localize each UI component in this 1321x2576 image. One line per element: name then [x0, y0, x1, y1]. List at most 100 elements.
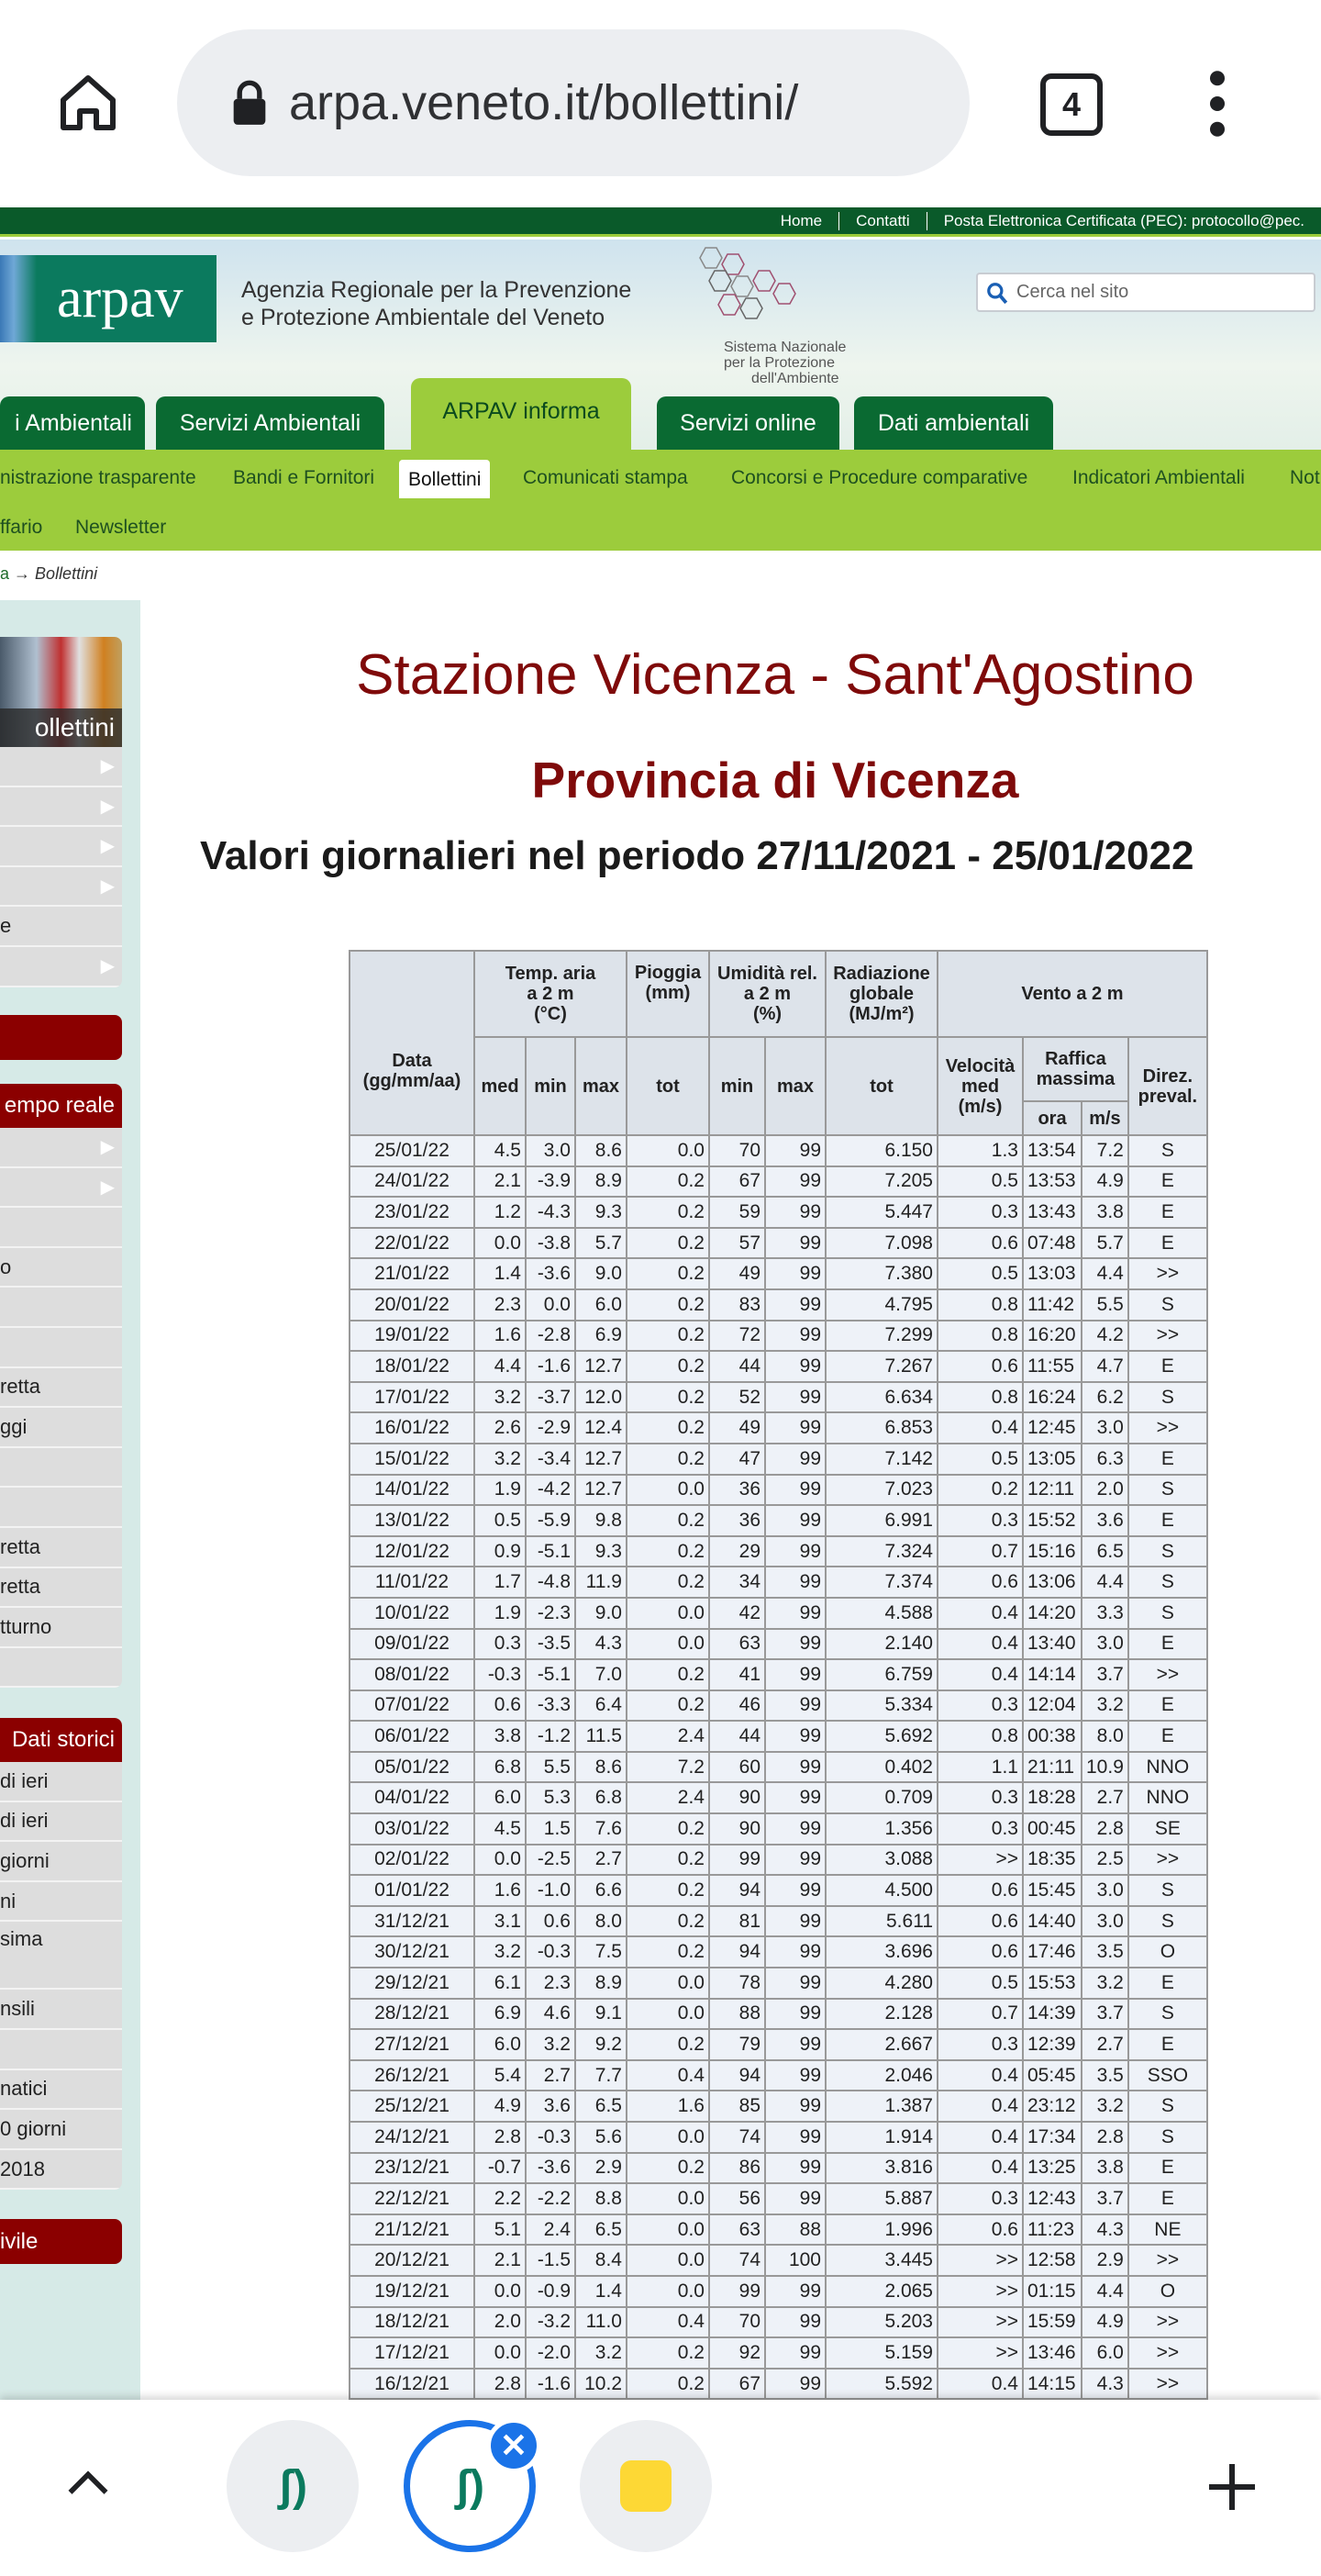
table-cell: 14:39 — [1022, 1997, 1082, 2031]
table-cell: 0.3 — [937, 1812, 1024, 1846]
table-cell: 12:04 — [1022, 1689, 1082, 1723]
sidebar-item[interactable] — [0, 2030, 122, 2070]
sidebar-item[interactable]: ni — [0, 1882, 122, 1923]
breadcrumb-parent[interactable]: a — [0, 564, 9, 583]
menu-icon[interactable] — [1203, 70, 1232, 138]
sidebar-item[interactable]: giorni — [0, 1842, 122, 1882]
sidebar-item[interactable]: di ieri — [0, 1802, 122, 1843]
subnav-indicatori-ambientali[interactable]: Indicatori Ambientali — [1072, 467, 1245, 489]
subnav-amministrazione-trasparente[interactable]: nistrazione trasparente — [0, 467, 196, 489]
subnav-ufficio[interactable]: ffario — [0, 517, 42, 539]
table-cell: 70 — [708, 1134, 766, 1167]
table-cell: 6.5 — [574, 2213, 627, 2247]
sidebar-item[interactable]: ▶ — [0, 1168, 122, 1209]
tab-thumbnail-other[interactable] — [580, 2420, 712, 2552]
sidebar-item[interactable]: ▶ — [0, 1128, 122, 1168]
table-cell: -3.4 — [525, 1442, 576, 1476]
search-icon[interactable] — [985, 280, 1009, 306]
table-cell: 31/12/21 — [349, 1904, 475, 1938]
close-tab-icon[interactable]: ✕ — [486, 2418, 541, 2473]
search-input[interactable]: Cerca nel sito — [976, 273, 1315, 312]
table-cell: 4.795 — [825, 1288, 938, 1321]
sidebar-item[interactable]: ▶ — [0, 747, 122, 787]
table-row: 25/12/21 4.9 3.6 6.5 1.6 85 99 1.387 0.4 23:12 3.2… — [349, 2090, 1208, 2123]
table-cell: 4.4 — [1081, 2274, 1129, 2308]
home-icon[interactable] — [55, 70, 121, 136]
table-cell: 0.0 — [626, 1967, 710, 2000]
table-cell: 17:46 — [1022, 1935, 1082, 1969]
sidebar-item[interactable]: tturno — [0, 1608, 122, 1648]
sidebar-item[interactable]: retta — [0, 1368, 122, 1409]
subnav-bandi-fornitori[interactable]: Bandi e Fornitori — [233, 467, 374, 489]
tab-servizi-online[interactable]: Servizi online — [657, 396, 839, 450]
chevron-up-icon[interactable] — [64, 2464, 112, 2501]
sidebar-item[interactable]: 2018 — [0, 2150, 122, 2191]
sidebar-item[interactable]: natici — [0, 2070, 122, 2111]
table-row: 16/12/21 2.8 -1.6 10.2 0.2 67 99 5.592 0.4 14:15 4… — [349, 2367, 1208, 2401]
sidebar-protezione-civile-button[interactable]: ivile — [0, 2219, 122, 2264]
sidebar-item[interactable]: nsili — [0, 1990, 122, 2030]
sidebar-item[interactable]: 0 giorni — [0, 2110, 122, 2150]
table-cell: 99 — [764, 1226, 827, 1260]
plus-icon[interactable] — [1204, 2459, 1260, 2515]
table-cell: 14:40 — [1022, 1904, 1082, 1938]
link-contatti[interactable]: Contatti — [838, 211, 927, 230]
link-pec[interactable]: Posta Elettronica Certificata (PEC): pro… — [926, 211, 1321, 230]
address-bar[interactable]: arpa.veneto.it/bollettini/ — [177, 29, 970, 176]
sidebar-box-title[interactable]: empo reale — [0, 1084, 122, 1128]
link-home[interactable]: Home — [764, 212, 838, 230]
table-cell: 6.853 — [825, 1411, 938, 1444]
tab-dati-ambientali[interactable]: Dati ambientali — [854, 396, 1053, 450]
tab-arpav-informa[interactable]: ARPAV informa — [411, 378, 631, 450]
sidebar-item[interactable]: retta — [0, 1528, 122, 1568]
table-cell: 1.4 — [574, 2274, 627, 2308]
table-cell: SSO — [1127, 2058, 1208, 2092]
sidebar-item[interactable]: o — [0, 1248, 122, 1288]
sidebar-item[interactable] — [0, 1288, 122, 1328]
subnav-notizie[interactable]: Not — [1290, 467, 1320, 489]
table-cell: 11.0 — [574, 2305, 627, 2339]
sidebar-box-title[interactable]: Dati storici — [0, 1718, 122, 1762]
sidebar-item[interactable] — [0, 1448, 122, 1489]
arpav-logo[interactable]: arpav — [0, 255, 216, 342]
table-cell: 0.3 — [473, 1627, 527, 1661]
sidebar-item[interactable]: ▶ — [0, 947, 122, 987]
sidebar-item[interactable] — [0, 1328, 122, 1368]
sidebar-item[interactable]: ggi — [0, 1408, 122, 1448]
table-cell: 94 — [708, 2058, 766, 2092]
table-cell: 99 — [764, 2090, 827, 2123]
sidebar-item[interactable] — [0, 1208, 122, 1248]
subnav-concorsi[interactable]: Concorsi e Procedure comparative — [731, 467, 1027, 489]
table-cell: 0.0 — [626, 2274, 710, 2308]
table-cell: 99 — [764, 1288, 827, 1321]
table-cell: 29 — [708, 1534, 766, 1568]
table-cell: E — [1127, 1350, 1208, 1383]
agency-line-1: Agenzia Regionale per la Prevenzione — [241, 277, 632, 303]
table-cell: 41 — [708, 1658, 766, 1691]
sidebar-item[interactable]: retta — [0, 1568, 122, 1609]
sidebar-item[interactable]: ▶ — [0, 827, 122, 867]
sidebar-item[interactable]: ▶ — [0, 867, 122, 908]
subnav-bollettini[interactable]: Bollettini — [399, 460, 491, 498]
tab-attivita-ambientali[interactable]: i Ambientali — [0, 396, 145, 450]
url-text[interactable]: arpa.veneto.it/bollettini/ — [289, 74, 798, 131]
sidebar-item[interactable]: sima — [0, 1922, 122, 1991]
subnav-comunicati-stampa[interactable]: Comunicati stampa — [523, 467, 688, 489]
sidebar-item[interactable] — [0, 1488, 122, 1528]
sidebar-item[interactable] — [0, 1648, 122, 1689]
tab-servizi-ambientali[interactable]: Servizi Ambientali — [156, 396, 384, 450]
sidebar-item[interactable]: e — [0, 907, 122, 947]
station-title: Stazione Vicenza - Sant'Agostino — [356, 643, 1194, 707]
table-cell: 5.1 — [473, 2213, 527, 2247]
tab-switcher-button[interactable]: 4 — [1040, 73, 1103, 136]
subnav-newsletter[interactable]: Newsletter — [75, 517, 166, 539]
sidebar-item[interactable]: di ieri — [0, 1762, 122, 1802]
header-text: a 2 m — [743, 984, 792, 1004]
table-cell: 0.6 — [937, 1904, 1024, 1938]
sidebar-item[interactable]: ▶ — [0, 787, 122, 828]
table-cell: -2.5 — [525, 1843, 576, 1877]
table-cell: 90 — [708, 1812, 766, 1846]
sidebar-red-button[interactable] — [0, 1015, 122, 1060]
table-cell: 3.2 — [473, 1935, 527, 1969]
tab-thumbnail-arpav[interactable]: ʃ) — [227, 2420, 359, 2552]
